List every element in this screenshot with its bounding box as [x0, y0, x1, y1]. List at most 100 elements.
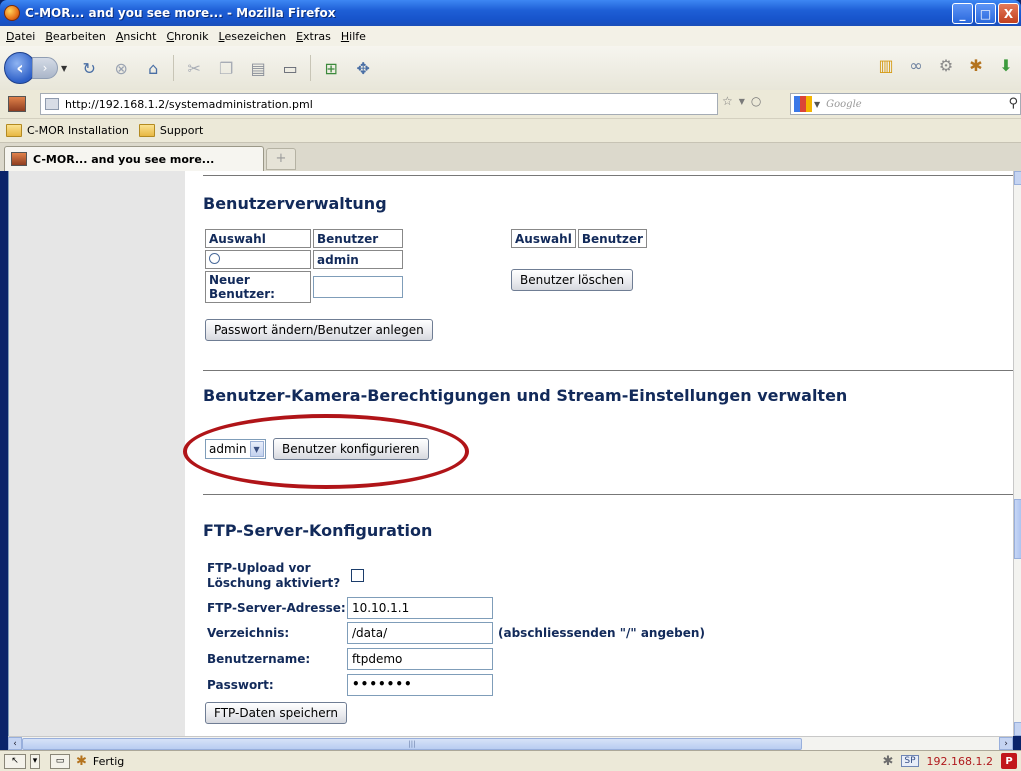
cut-icon[interactable]: ✂: [183, 57, 205, 79]
close-button[interactable]: X: [998, 3, 1019, 24]
firefox-icon: [4, 5, 20, 21]
menu-bearbeiten[interactable]: Bearbeiten: [41, 30, 111, 43]
address-text: http://192.168.1.2/systemadministration.…: [65, 97, 313, 111]
table-row: admin: [205, 250, 403, 269]
search-engine-dropdown-icon[interactable]: ▼: [814, 100, 820, 109]
site-favicon-icon: [8, 96, 26, 112]
site-favicon-icon: [11, 152, 27, 166]
scroll-down-icon[interactable]: [1014, 722, 1021, 736]
ftp-heading: FTP-Server-Konfiguration: [203, 521, 433, 540]
ftp-user-input[interactable]: [347, 648, 493, 670]
section-divider: [203, 370, 1013, 371]
folder-icon: [138, 124, 155, 137]
scroll-right-icon[interactable]: ›: [999, 737, 1013, 750]
window-titlebar[interactable]: C-MOR... and you see more... - Mozilla F…: [0, 0, 1021, 26]
url-toolbar: http://192.168.1.2/systemadministration.…: [0, 90, 1021, 118]
right-col-select-header: Auswahl: [511, 229, 576, 248]
search-icon[interactable]: ⚲: [1008, 96, 1018, 111]
bug-icon[interactable]: ✱: [965, 54, 987, 76]
user-cell: admin: [313, 250, 403, 269]
ftp-save-button[interactable]: FTP-Daten speichern: [205, 702, 347, 724]
history-dropdown-icon[interactable]: ▼: [61, 64, 67, 73]
new-user-label: Neuer Benutzer:: [205, 271, 311, 303]
reload-icon[interactable]: ↻: [78, 57, 100, 79]
arrow-tool-icon[interactable]: ↖: [4, 753, 26, 769]
menu-datei[interactable]: Datei: [2, 30, 41, 43]
vertical-scrollbar[interactable]: [1013, 171, 1021, 736]
bookmark-star-icon[interactable]: ☆: [722, 94, 733, 108]
page-content: Benutzerverwaltung Auswahl Benutzer admi…: [8, 171, 1013, 736]
copy-icon[interactable]: ❐: [215, 57, 237, 79]
bookmark-label: C-MOR Installation: [27, 124, 129, 137]
sp-badge[interactable]: SP: [901, 755, 919, 767]
page-icon: [45, 98, 59, 110]
minimize-button[interactable]: _: [952, 3, 973, 24]
maximize-button[interactable]: □: [975, 3, 996, 24]
bookmark-support[interactable]: Support: [138, 124, 204, 137]
home-icon[interactable]: ⌂: [142, 57, 164, 79]
menu-extras[interactable]: Extras: [292, 30, 337, 43]
bookmark-label: Support: [159, 124, 204, 137]
ftp-server-label: FTP-Server-Adresse:: [207, 601, 346, 615]
p-badge-icon[interactable]: P: [1001, 753, 1017, 769]
menu-lesezeichen[interactable]: Lesezeichen: [215, 30, 293, 43]
google-logo-icon[interactable]: [794, 96, 812, 112]
print-icon[interactable]: ▭: [279, 57, 301, 79]
download-icon[interactable]: ⬇: [995, 54, 1017, 76]
horizontal-scrollbar[interactable]: ‹ ||| ›: [8, 736, 1013, 750]
new-window-icon[interactable]: ⊞: [320, 57, 342, 79]
ftp-user-label: Benutzername:: [207, 652, 311, 666]
scroll-up-icon[interactable]: [1014, 171, 1021, 185]
menu-bar: Datei Bearbeiten Ansicht Chronik Lesezei…: [0, 26, 1021, 46]
scroll-left-icon[interactable]: ‹: [8, 737, 22, 750]
ftp-dir-hint: (abschliessenden "/" angeben): [498, 626, 705, 640]
url-dropdown-icon[interactable]: ▼: [739, 97, 745, 106]
tab-cmor[interactable]: C-MOR... and you see more...: [4, 146, 264, 171]
ftp-dir-input[interactable]: [347, 622, 493, 644]
section-divider: [203, 494, 1013, 495]
status-dropdown-icon[interactable]: ▾: [30, 753, 40, 769]
move-icon[interactable]: ✥: [352, 57, 374, 79]
ftp-upload-label-2: Löschung aktiviert?: [207, 576, 341, 590]
bookmark-cmor-installation[interactable]: C-MOR Installation: [6, 124, 129, 137]
change-password-button[interactable]: Passwort ändern/Benutzer anlegen: [205, 319, 433, 341]
horizontal-scroll-thumb[interactable]: |||: [22, 738, 802, 750]
section-divider: [203, 175, 1013, 176]
new-tab-button[interactable]: +: [266, 148, 296, 170]
menu-hilfe[interactable]: Hilfe: [337, 30, 372, 43]
menu-chronik[interactable]: Chronik: [162, 30, 214, 43]
addon-bug-icon[interactable]: ✱: [882, 754, 893, 769]
toolbar-separator: [310, 55, 312, 81]
ftp-server-input[interactable]: [347, 597, 493, 619]
ftp-password-input[interactable]: •••••••: [347, 674, 493, 696]
user-radio-admin[interactable]: [209, 252, 220, 264]
ftp-upload-checkbox[interactable]: [351, 569, 364, 582]
forward-button[interactable]: ›: [32, 57, 58, 79]
search-placeholder: Google: [826, 98, 862, 110]
glasses-icon[interactable]: ∞: [905, 54, 927, 76]
vertical-scroll-thumb[interactable]: [1014, 499, 1021, 559]
gear-icon[interactable]: ⚙: [935, 54, 957, 76]
keyboard-icon[interactable]: ▭: [50, 753, 70, 769]
firebug-icon[interactable]: ✱: [76, 754, 87, 769]
window-title: C-MOR... and you see more... - Mozilla F…: [25, 6, 336, 20]
new-user-input[interactable]: [313, 276, 403, 298]
status-bar: ↖ ▾ ▭ ✱ Fertig ✱ SP 192.168.1.2 P: [0, 750, 1021, 771]
stop-icon[interactable]: ⊗: [110, 57, 132, 79]
go-icon[interactable]: ○: [751, 94, 761, 108]
delete-user-button[interactable]: Benutzer löschen: [511, 269, 634, 291]
menu-ansicht[interactable]: Ansicht: [112, 30, 163, 43]
tab-bar: C-MOR... and you see more... +: [0, 142, 1021, 171]
folder-icon: [6, 124, 22, 137]
ftp-pass-label: Passwort:: [207, 678, 274, 692]
address-bar[interactable]: http://192.168.1.2/systemadministration.…: [40, 93, 718, 115]
ftp-upload-label-1: FTP-Upload vor: [207, 561, 311, 575]
highlight-ellipse: [183, 414, 469, 489]
left-sidebar: [9, 171, 185, 736]
main-panel: Benutzerverwaltung Auswahl Benutzer admi…: [183, 171, 1013, 736]
user-table: Auswahl Benutzer admin Neuer Benutzer:: [203, 227, 405, 305]
paste-icon[interactable]: ▤: [247, 57, 269, 79]
chart-addon-icon[interactable]: ▥: [875, 54, 897, 76]
status-text: Fertig: [92, 754, 125, 768]
search-bar[interactable]: ▼ Google ⚲: [790, 93, 1021, 115]
